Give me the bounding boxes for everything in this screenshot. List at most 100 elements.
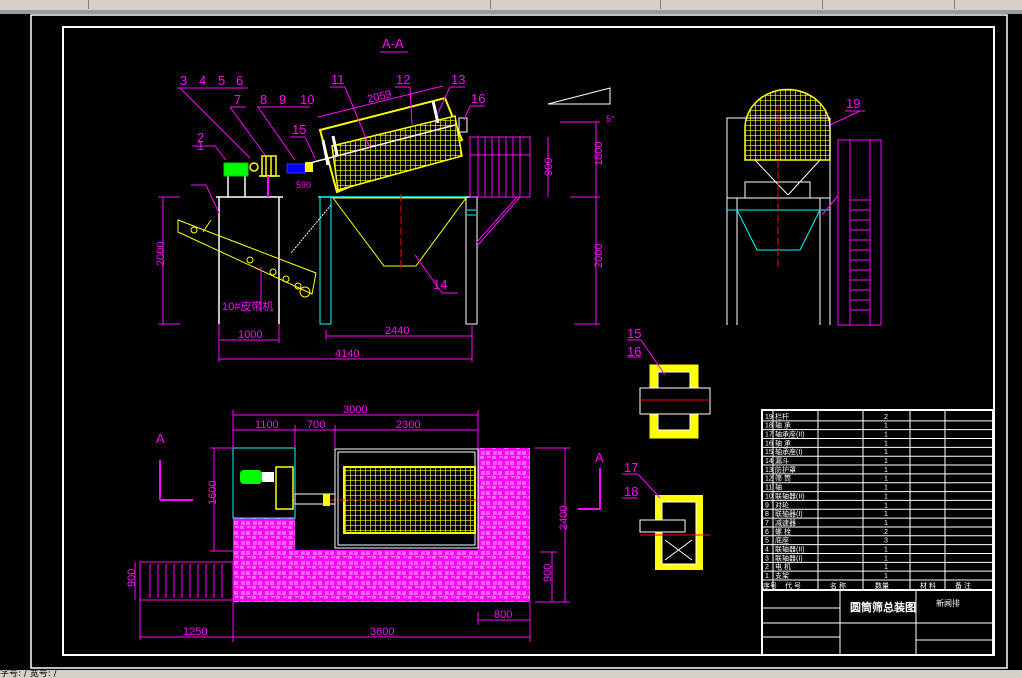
coupling-ii [305, 162, 313, 172]
part-number-15-detail: 15 [627, 326, 641, 341]
bom-row-name: 减速器 [775, 518, 796, 527]
bom-header: 代 号 [785, 581, 801, 590]
bom-row-name: 底座 [775, 536, 789, 545]
bom-row-name: 漏斗 [775, 456, 789, 465]
part-number-5: 5 [218, 73, 225, 88]
bom-row-number: 18 [765, 423, 773, 430]
conveyor-label: 10#皮带机 [222, 299, 273, 313]
section-mark-right [578, 468, 601, 510]
dim-2000-right: 2000 [593, 244, 605, 268]
bom-row-number: 15 [765, 449, 773, 456]
dim-800: 800 [494, 609, 512, 621]
bom-row-number: 1 [765, 573, 769, 580]
bom-row-number: 8 [765, 511, 769, 518]
dim-2400: 2400 [558, 506, 570, 530]
svg-text:A-A: A-A [382, 36, 404, 51]
drawing-canvas[interactable]: A-A 10#皮带机 590 2059 5° 2000 1000 2440 41… [0, 14, 1022, 670]
status-text: 字号: / 宽号: / [0, 670, 57, 678]
toolbar-segment[interactable] [0, 0, 89, 9]
part-number-4: 4 [199, 73, 206, 88]
motor [223, 162, 249, 177]
dim-2440: 2440 [385, 325, 409, 337]
bom-row-name: 轴承座(II) [775, 430, 805, 439]
bom-row-number: 5 [765, 538, 769, 545]
bom-row-qty: 1 [884, 502, 888, 509]
toolbar-segment[interactable] [500, 0, 661, 9]
part-number-9: 9 [279, 92, 286, 107]
status-bar: 字号: / 宽号: / [0, 670, 1022, 678]
bom-row-name: 轴 承 [775, 421, 791, 430]
bom-row-qty: 1 [884, 458, 888, 465]
bom-row-name: 轴承座(I) [775, 447, 803, 456]
bom-row-number: 11 [765, 485, 772, 492]
part-number-16-detail: 16 [627, 344, 641, 359]
motor-plan [240, 470, 262, 484]
bom-row-qty: 3 [884, 538, 888, 545]
toolbar-segment[interactable] [662, 0, 823, 9]
part-number-6: 6 [236, 73, 243, 88]
dim-900-plan: 900 [542, 564, 554, 582]
drawing-title: 圆筒筛总装图 [850, 600, 916, 614]
detail-bearing-2: 17 18 [622, 460, 710, 570]
stairs-plan [139, 561, 234, 601]
bom-row-number: 7 [765, 520, 769, 527]
dim-900-stair: 900 [126, 569, 138, 587]
hopper [332, 197, 467, 267]
dim-3600: 3600 [370, 626, 394, 638]
bom-row-number: 4 [765, 546, 769, 553]
bom-row-name: 筛 筒 [775, 474, 791, 483]
part-number-3: 3 [180, 73, 187, 88]
part-number-19: 19 [846, 96, 860, 111]
part-number-2: 2 [197, 130, 204, 145]
bom-row-number: 9 [765, 502, 769, 509]
dim-1250: 1250 [183, 626, 207, 638]
bom-row-name: 联轴器(I) [775, 509, 803, 518]
section-mark-right-label: A [595, 450, 604, 465]
part-number-15: 15 [292, 122, 306, 137]
toolbar-strip [0, 0, 1022, 14]
hopper-frame [290, 196, 478, 325]
part-number-11: 11 [331, 72, 345, 87]
bom-row-qty: 2 [884, 414, 888, 421]
slope-label: 5° [606, 114, 615, 124]
bom-row-qty: 1 [884, 432, 888, 439]
dim-2300: 2300 [396, 419, 420, 431]
slope-symbol [547, 87, 611, 105]
bom-row-name: 对轮 [775, 500, 789, 509]
dim-700: 700 [307, 419, 325, 431]
dim-2000-left: 2000 [155, 242, 167, 266]
part-number-17-detail: 17 [624, 460, 638, 475]
toolbar-segment[interactable] [824, 0, 955, 9]
part-number-16: 16 [471, 91, 485, 106]
detail-bearing-1: 15 16 [627, 326, 711, 439]
section-mark-left-label: A [156, 431, 165, 446]
part-number-8: 8 [260, 92, 267, 107]
bom-row-qty: 1 [884, 467, 888, 474]
bom-header: 名 称 [830, 581, 846, 590]
bom-row-qty: 1 [884, 476, 888, 483]
bom-row-number: 10 [765, 493, 773, 500]
bom-row-number: 3 [765, 555, 769, 562]
bom-row-number: 19 [765, 414, 773, 421]
bom-row-qty: 1 [884, 546, 888, 553]
dim-590: 590 [296, 180, 311, 190]
reducer [249, 155, 280, 177]
toolbar-segment[interactable] [90, 0, 491, 9]
bom-row-name: 支架 [775, 571, 789, 580]
part-number-14: 14 [433, 277, 447, 292]
dim-1600: 1600 [207, 481, 219, 505]
part-number-12: 12 [396, 72, 410, 87]
bom-row-name: 轴 [775, 483, 782, 492]
bom-row-number: 6 [765, 529, 769, 536]
bom-header: 数量 [875, 581, 889, 590]
bom-row-qty: 1 [884, 440, 888, 447]
dim-3000: 3000 [343, 404, 367, 416]
part-number-7: 7 [234, 92, 241, 107]
dim-1100: 1100 [255, 419, 279, 431]
dim-1000: 1000 [238, 329, 262, 341]
stairs-front [469, 136, 531, 246]
dim-4140: 4140 [335, 348, 359, 360]
bom-row-name: 电 机 [775, 562, 791, 571]
bom-row-name: 联轴器(II) [775, 491, 805, 500]
bom-header: 材 料 [920, 581, 936, 590]
